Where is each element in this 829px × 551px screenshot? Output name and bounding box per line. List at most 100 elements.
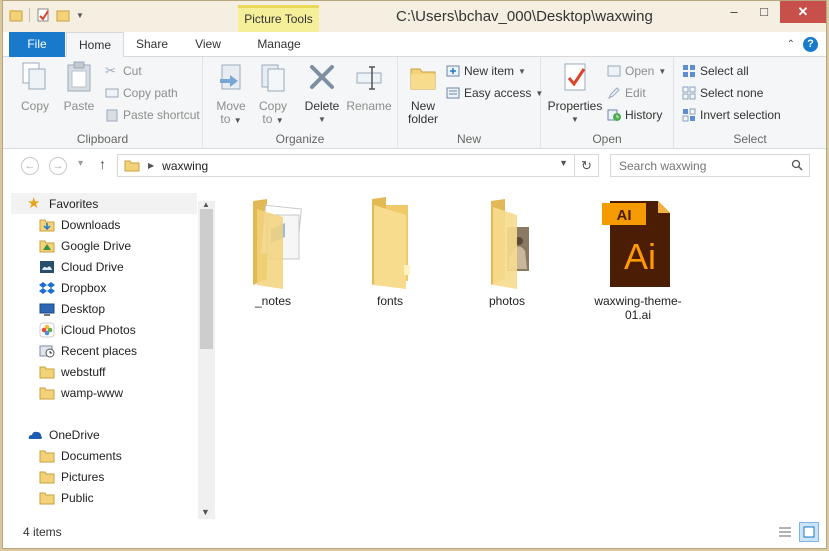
move-to-label-2: to (220, 112, 231, 126)
icloud-photos-icon (39, 322, 55, 338)
file-tile[interactable]: _notes (223, 189, 323, 308)
nav-item-recent-places[interactable]: Recent places (39, 341, 137, 361)
copy-to-button[interactable]: Copy to ▼ (255, 61, 291, 127)
properties-icon[interactable] (36, 8, 50, 22)
details-view-button[interactable] (775, 522, 795, 542)
nav-item-label: Cloud Drive (61, 260, 124, 274)
maximize-button[interactable]: □ (751, 1, 777, 23)
select-all-label: Select all (700, 64, 749, 78)
breadcrumb-current[interactable]: waxwing (162, 159, 208, 173)
nav-item-dropbox[interactable]: Dropbox (39, 278, 106, 298)
large-icons-view-button[interactable] (799, 522, 819, 542)
nav-item-documents[interactable]: Documents (39, 446, 122, 466)
tab-manage[interactable]: Manage (245, 32, 313, 57)
copy-to-icon (261, 64, 285, 92)
select-all-button[interactable]: Select all (682, 64, 749, 78)
onedrive-icon (28, 431, 42, 439)
nav-pane-scrollbar[interactable]: ▲ ▼ (198, 200, 215, 519)
nav-item-desktop[interactable]: Desktop (39, 299, 105, 319)
explorer-window: ▼ Picture Tools C:\Users\bchav_000\Deskt… (2, 0, 827, 549)
paste-label: Paste (63, 99, 95, 113)
folder-icon[interactable] (9, 8, 23, 22)
move-to-dropdown-icon: ▼ (233, 116, 242, 125)
tab-view[interactable]: View (184, 32, 232, 57)
delete-button[interactable]: Delete ▼ (301, 61, 343, 126)
folder-icon (39, 366, 55, 379)
navigation-pane: ★ Favorites Downloads Google Drive Cloud… (3, 189, 215, 519)
rename-label: Rename (346, 99, 392, 113)
address-dropdown-icon[interactable]: ▼ (559, 158, 568, 168)
file-tile[interactable]: fonts (340, 189, 440, 308)
qat-customize-icon[interactable]: ▼ (76, 11, 84, 20)
cloud-drive-icon (40, 261, 54, 273)
easy-access-button[interactable]: Easy access ▼ (446, 86, 543, 100)
nav-item-wamp-www[interactable]: wamp-www (39, 383, 123, 403)
svg-text:AI: AI (617, 207, 632, 224)
nav-item-webstuff[interactable]: webstuff (39, 362, 105, 382)
tab-share[interactable]: Share (128, 32, 176, 57)
scrollbar-thumb[interactable] (200, 209, 213, 349)
rename-button[interactable]: Rename (345, 61, 393, 113)
tab-file[interactable]: File (9, 32, 65, 57)
invert-selection-button[interactable]: Invert selection (682, 108, 781, 122)
delete-label: Delete (304, 99, 340, 113)
edit-button[interactable]: Edit (607, 86, 646, 100)
recent-locations-icon[interactable]: ▾ (78, 158, 83, 169)
new-folder-icon[interactable] (56, 8, 70, 22)
copy-to-dropdown-icon: ▼ (275, 116, 284, 125)
cut-label: Cut (123, 64, 142, 78)
copy-label: Copy (20, 99, 49, 113)
copy-path-label: Copy path (123, 86, 178, 100)
minimize-button[interactable]: – (721, 1, 747, 23)
properties-icon (564, 63, 586, 91)
refresh-button[interactable]: ↻ (574, 155, 598, 176)
scroll-up-icon[interactable]: ▲ (202, 200, 210, 209)
up-button[interactable]: ↑ (99, 156, 106, 172)
favorites-node[interactable]: ★ Favorites (27, 194, 98, 214)
properties-button[interactable]: Properties ▼ (547, 61, 603, 126)
nav-item-google-drive[interactable]: Google Drive (39, 236, 131, 256)
tab-home[interactable]: Home (66, 32, 124, 58)
picture-tools-context-tab: Picture Tools (238, 5, 319, 32)
new-item-button[interactable]: New item ▼ (446, 64, 526, 78)
search-icon[interactable] (791, 159, 803, 171)
onedrive-node[interactable]: OneDrive (27, 425, 100, 445)
nav-item-icloud-photos[interactable]: iCloud Photos (39, 320, 136, 340)
title-bar: ▼ Picture Tools C:\Users\bchav_000\Deskt… (3, 1, 826, 32)
help-icon[interactable]: ? (803, 37, 818, 52)
breadcrumb-chevron-icon[interactable]: ▶ (148, 161, 154, 170)
nav-item-label: Google Drive (61, 239, 132, 253)
file-tile[interactable]: AI Ai waxwing-theme-01.ai (588, 189, 688, 322)
scroll-down-icon[interactable]: ▼ (201, 507, 210, 517)
cut-button[interactable]: ✂ Cut (105, 64, 142, 79)
move-to-button[interactable]: Move to ▼ (213, 61, 249, 127)
nav-item-public[interactable]: Public (39, 488, 94, 508)
collapse-ribbon-icon[interactable]: ⌃ (787, 39, 795, 50)
organize-group-label: Organize (275, 132, 325, 146)
illustrator-file-icon: AI Ai (602, 201, 670, 287)
nav-item-pictures[interactable]: Pictures (39, 467, 104, 487)
select-none-button[interactable]: Select none (682, 86, 763, 100)
history-button[interactable]: History (607, 108, 662, 122)
close-button[interactable]: ✕ (780, 1, 826, 23)
onedrive-label: OneDrive (49, 428, 100, 442)
new-folder-button[interactable]: New folder (404, 61, 442, 126)
search-box[interactable] (610, 154, 810, 177)
forward-button[interactable]: → (49, 157, 67, 175)
nav-item-downloads[interactable]: Downloads (39, 215, 120, 235)
nav-item-label: Public (61, 491, 94, 505)
search-input[interactable] (611, 155, 781, 176)
paste-button[interactable]: Paste (59, 61, 99, 113)
copy-button[interactable]: Copy (17, 61, 53, 113)
select-none-label: Select none (700, 86, 764, 100)
address-bar[interactable]: ▶ waxwing ▼ ↻ (117, 154, 599, 177)
nav-item-cloud-drive[interactable]: Cloud Drive (39, 257, 124, 277)
properties-label: Properties (547, 99, 603, 113)
file-tile[interactable]: photos (457, 189, 557, 308)
large-icons-view-icon (803, 526, 815, 538)
new-group: New folder New item ▼ Easy access ▼ New (398, 57, 543, 149)
open-button[interactable]: Open ▼ (607, 64, 666, 78)
copy-path-button[interactable]: Copy path (105, 86, 178, 100)
paste-shortcut-button[interactable]: Paste shortcut (105, 108, 200, 122)
back-button[interactable]: ← (21, 157, 39, 175)
